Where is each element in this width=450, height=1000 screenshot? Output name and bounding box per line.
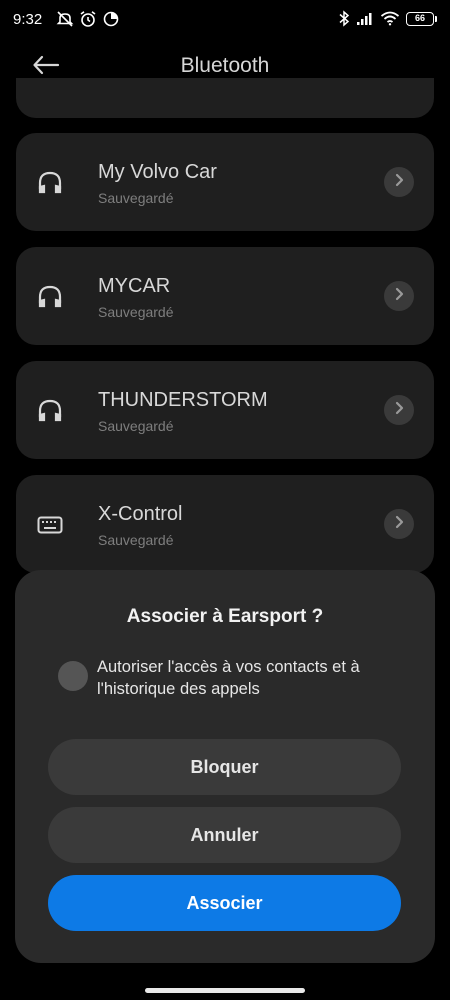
headset-icon: [36, 397, 64, 425]
device-details-button[interactable]: [384, 395, 414, 425]
device-details-button[interactable]: [384, 509, 414, 539]
device-name: My Volvo Car: [98, 161, 217, 183]
device-name: X-Control: [98, 503, 183, 525]
keyboard-icon: [36, 511, 64, 539]
device-details-button[interactable]: [384, 281, 414, 311]
headset-icon: [36, 169, 64, 197]
chevron-right-icon: [394, 287, 404, 306]
status-time: 9:32: [13, 11, 43, 28]
wifi-icon: [380, 11, 400, 26]
status-right-icons: 66: [338, 10, 437, 27]
chevron-right-icon: [394, 173, 404, 192]
bluetooth-icon: [338, 10, 350, 27]
device-status: Sauvegardé: [98, 532, 174, 548]
permission-label[interactable]: Autoriser l'accès à vos contacts et à l'…: [97, 656, 417, 700]
headset-icon: [36, 283, 64, 311]
device-status: Sauvegardé: [98, 190, 174, 206]
bluetooth-screen: 9:32 66 Bluetooth My Volvo Car Sauvegard…: [0, 0, 450, 1000]
device-name: MYCAR: [98, 275, 171, 297]
pairing-dialog: Associer à Earsport ? Autoriser l'accès …: [15, 570, 435, 963]
device-card[interactable]: THUNDERSTORM Sauvegardé: [16, 361, 434, 459]
device-name: THUNDERSTORM: [98, 389, 268, 411]
home-indicator[interactable]: [145, 988, 305, 993]
pair-button[interactable]: Associer: [48, 875, 401, 931]
silent-icon: [56, 10, 74, 28]
device-card-partial: [16, 78, 434, 118]
block-button[interactable]: Bloquer: [48, 739, 401, 795]
device-card[interactable]: MYCAR Sauvegardé: [16, 247, 434, 345]
battery-level: 66: [414, 13, 425, 23]
battery-icon: 66: [406, 11, 437, 26]
page-title: Bluetooth: [180, 54, 270, 77]
signal-icon: [356, 12, 374, 26]
chevron-right-icon: [394, 401, 404, 420]
alarm-icon: [79, 10, 97, 28]
dialog-title: Associer à Earsport ?: [126, 606, 324, 627]
status-bar: 9:32 66: [0, 0, 450, 40]
device-status: Sauvegardé: [98, 418, 174, 434]
device-details-button[interactable]: [384, 167, 414, 197]
device-card[interactable]: My Volvo Car Sauvegardé: [16, 133, 434, 231]
status-left-icons: [56, 10, 120, 28]
device-card[interactable]: X-Control Sauvegardé: [16, 475, 434, 573]
permission-radio[interactable]: [58, 661, 88, 691]
cancel-button[interactable]: Annuler: [48, 807, 401, 863]
data-saver-icon: [102, 10, 120, 28]
device-status: Sauvegardé: [98, 304, 174, 320]
chevron-right-icon: [394, 515, 404, 534]
